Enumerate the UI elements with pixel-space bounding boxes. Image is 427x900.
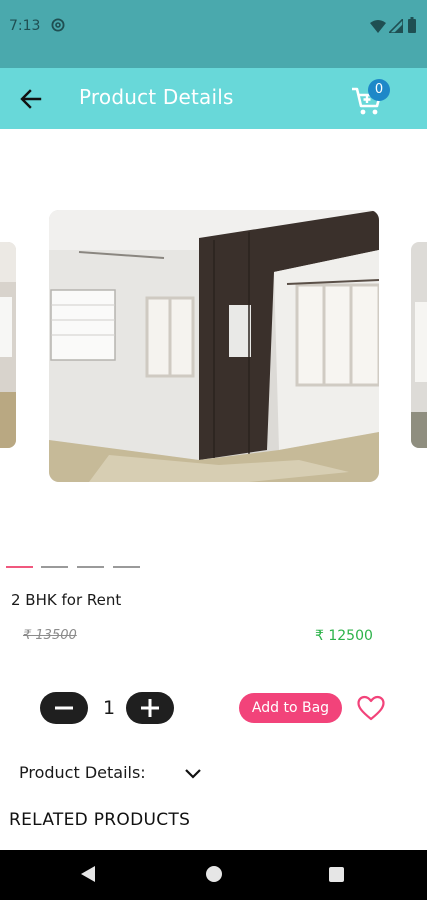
battery-icon	[408, 17, 416, 33]
quantity-value: 1	[103, 697, 116, 719]
carousel-dot-3[interactable]	[77, 566, 104, 568]
page-title: Product Details	[79, 85, 234, 109]
related-products-list[interactable]	[0, 842, 427, 850]
original-price: ₹ 13500	[23, 628, 77, 643]
status-time: 7:13	[9, 18, 41, 34]
nav-back-icon[interactable]	[80, 865, 96, 883]
carousel-prev-slide[interactable]	[0, 242, 16, 448]
signal-icon	[389, 19, 403, 33]
carousel-dot-4[interactable]	[113, 566, 140, 568]
carousel-next-slide[interactable]	[411, 242, 427, 448]
cart-count-badge: 0	[368, 79, 390, 101]
nav-recents-icon[interactable]	[329, 867, 344, 882]
decrease-quantity-button[interactable]	[40, 692, 88, 724]
arrow-left-icon[interactable]	[20, 88, 42, 110]
at-sign-icon	[51, 18, 65, 32]
heart-icon[interactable]	[357, 695, 385, 721]
product-name: 2 BHK for Rent	[11, 591, 122, 609]
minus-icon	[55, 706, 73, 710]
add-to-bag-button[interactable]: Add to Bag	[239, 693, 342, 723]
related-products-heading: RELATED PRODUCTS	[9, 810, 191, 830]
chevron-down-icon[interactable]	[184, 765, 202, 781]
status-bar: 7:13	[0, 0, 427, 68]
plus-icon	[141, 699, 159, 717]
product-image[interactable]	[49, 210, 379, 482]
product-image-carousel[interactable]	[0, 208, 427, 484]
current-price: ₹ 12500	[315, 628, 373, 644]
carousel-dot-1[interactable]	[6, 566, 33, 568]
app-bar: Product Details 0	[0, 68, 427, 129]
carousel-indicator	[6, 566, 146, 570]
carousel-dot-2[interactable]	[41, 566, 68, 568]
increase-quantity-button[interactable]	[126, 692, 174, 724]
nav-home-icon[interactable]	[206, 866, 222, 882]
product-details-label[interactable]: Product Details:	[19, 763, 146, 782]
wifi-icon	[370, 20, 386, 33]
